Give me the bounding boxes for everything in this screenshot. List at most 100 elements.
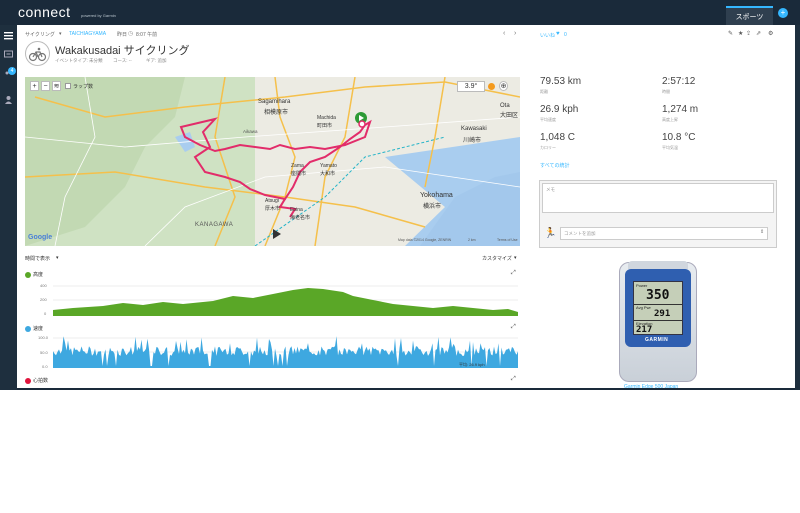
map-label: 川崎市 bbox=[463, 138, 482, 144]
expand-icon[interactable]: ⤢ bbox=[511, 376, 516, 383]
export-icon[interactable]: ⇗ bbox=[756, 30, 761, 37]
map-label: Atsugi bbox=[265, 198, 279, 204]
map-label: Ebina bbox=[290, 207, 303, 213]
like-link[interactable]: いいね bbox=[540, 32, 555, 39]
stat-elevation-gain-value: 1,274 m bbox=[662, 104, 699, 115]
chevron-down-icon: ▾ bbox=[514, 255, 517, 261]
star-icon[interactable]: ★ bbox=[738, 30, 743, 37]
breadcrumb-location[interactable]: TAICHIAGYAMA bbox=[69, 31, 106, 37]
device-image: Power 350 Avg Pwr 291 Elevation 217 GARM… bbox=[619, 261, 697, 382]
notes-textarea[interactable]: メモ bbox=[542, 183, 774, 213]
all-stats-link[interactable]: すべての統計 bbox=[540, 162, 569, 169]
edit-icon[interactable]: ✎ bbox=[728, 30, 733, 37]
notification-badge: 4 bbox=[8, 67, 16, 75]
stat-temperature-value: 10.8 °C bbox=[662, 132, 696, 143]
add-button[interactable]: + bbox=[778, 8, 788, 18]
window-bottom-border bbox=[17, 388, 795, 390]
runner-avatar-icon: 🏃 bbox=[544, 228, 557, 239]
tab-sports[interactable]: スポーツ bbox=[726, 6, 773, 25]
elevation-tick: 200 bbox=[40, 297, 47, 302]
stat-calories-label: カロリー bbox=[540, 145, 556, 150]
cycling-icon bbox=[28, 47, 47, 62]
map-label: Sagamihara bbox=[258, 99, 291, 105]
customize-select[interactable]: カスタマイズ bbox=[482, 255, 512, 262]
map-label: 海老名市 bbox=[290, 215, 311, 221]
speed-chart[interactable] bbox=[53, 336, 518, 368]
device-top-button bbox=[628, 261, 688, 269]
weather-button[interactable]: 3.9° bbox=[457, 81, 485, 92]
heart-icon[interactable]: ♥ bbox=[556, 31, 560, 37]
zoom-out-button[interactable]: − bbox=[41, 81, 50, 91]
breadcrumb-type[interactable]: サイクリング bbox=[25, 31, 55, 38]
map-label: Machida bbox=[317, 115, 336, 121]
stat-distance-label: 距離 bbox=[540, 89, 548, 94]
clock-icon: ◷ bbox=[128, 31, 134, 37]
window-edge bbox=[795, 25, 800, 390]
map-label: Kawasaki bbox=[461, 126, 487, 132]
layers-icon[interactable]: ≋ bbox=[52, 81, 61, 91]
speed-average-label: 平均: 26.9 kph bbox=[459, 362, 485, 367]
stat-calories-value: 1,048 C bbox=[540, 132, 576, 143]
stat-time-label: 時間 bbox=[662, 89, 670, 94]
next-arrow-icon[interactable]: › bbox=[514, 30, 516, 37]
map-label: 横浜市 bbox=[423, 204, 442, 210]
expand-icon[interactable]: ⤢ bbox=[511, 324, 516, 331]
previous-arrow-icon[interactable]: ‹ bbox=[503, 30, 505, 37]
profile-icon[interactable] bbox=[4, 95, 13, 104]
map-attribution: Map data ©2014 Google, ZENRIN bbox=[398, 238, 452, 242]
stat-avg-speed-value: 26.9 kph bbox=[540, 104, 579, 115]
view-by-time-select[interactable]: 時間で表示 bbox=[25, 255, 50, 262]
device-field-label: Avg Pwr bbox=[636, 305, 651, 310]
chevron-down-icon: ▾ bbox=[56, 255, 59, 261]
terms-link[interactable]: Terms of Use bbox=[497, 238, 518, 242]
device-screen: Power 350 Avg Pwr 291 Elevation 217 bbox=[633, 281, 683, 335]
stat-time-value: 2:57:12 bbox=[662, 76, 696, 87]
map-label: KANAGAWA bbox=[195, 222, 234, 228]
elevation-chart[interactable] bbox=[53, 284, 518, 316]
like-count: 0 bbox=[564, 32, 567, 38]
heart-rate-label: 心拍数 bbox=[33, 378, 49, 384]
elevation-legend-dot bbox=[25, 272, 31, 278]
share-icon[interactable]: ⇪ bbox=[746, 30, 751, 37]
stepper-icon[interactable]: ⇕ bbox=[760, 229, 764, 235]
speed-tick: 0.0 bbox=[42, 364, 48, 369]
menu-icon[interactable] bbox=[4, 31, 13, 40]
sidebar: 4 bbox=[0, 25, 17, 390]
map-label: Yamato bbox=[320, 163, 337, 169]
top-bar: connect powered by Garmin スポーツ + bbox=[0, 0, 800, 25]
activity-title[interactable]: Wakakusadai サイクリング bbox=[55, 42, 189, 58]
comment-placeholder: コメントを追加 bbox=[564, 231, 596, 236]
event-type-select[interactable]: イベントタイプ: 未分類 bbox=[55, 58, 103, 64]
map-label: Zama bbox=[291, 163, 304, 169]
comment-input[interactable]: コメントを追加 ⇕ bbox=[560, 227, 768, 240]
zoom-in-button[interactable]: + bbox=[30, 81, 39, 91]
stat-avg-speed-label: 平均速度 bbox=[540, 117, 556, 122]
settings-gear-icon[interactable]: ⚙ bbox=[768, 30, 773, 37]
device-bezel: Power 350 Avg Pwr 291 Elevation 217 GARM… bbox=[625, 269, 691, 347]
map-label: Ota bbox=[500, 103, 510, 109]
sun-icon bbox=[488, 83, 495, 90]
expand-icon[interactable]: ⤢ bbox=[511, 270, 516, 277]
route-map[interactable]: Sagamihara 相模原市 Machida 町田市 Ota 大田区 Kawa… bbox=[25, 77, 520, 246]
app-logo[interactable]: connect bbox=[18, 4, 71, 20]
edit-pencil-icon[interactable]: ✎ bbox=[181, 44, 187, 52]
device-field-value: 217 bbox=[636, 325, 653, 335]
map-label: 町田市 bbox=[317, 123, 333, 129]
elevation-tick: 0 bbox=[44, 311, 47, 316]
map-label: Aikawa bbox=[243, 129, 258, 134]
app-logo-sub: powered by Garmin bbox=[81, 13, 116, 18]
notes-placeholder: メモ bbox=[546, 187, 555, 192]
inbox-icon[interactable] bbox=[4, 49, 13, 58]
stat-temperature-label: 平均気温 bbox=[662, 145, 678, 150]
fullscreen-icon[interactable]: ⊕ bbox=[499, 81, 508, 91]
breadcrumb-when: 昨日 bbox=[117, 32, 128, 38]
gear-link[interactable]: ギア: 追加 bbox=[146, 58, 167, 64]
device-brand: GARMIN bbox=[645, 337, 669, 343]
temperature-label: 3.9° bbox=[464, 83, 478, 90]
speed-tick: 100.0 bbox=[38, 335, 49, 340]
laps-checkbox[interactable] bbox=[65, 83, 71, 89]
map-label: Yokohama bbox=[420, 192, 453, 199]
speed-label: 速度 bbox=[33, 326, 44, 332]
course-select[interactable]: コース: -- bbox=[113, 58, 132, 64]
activity-type-avatar bbox=[25, 41, 50, 66]
